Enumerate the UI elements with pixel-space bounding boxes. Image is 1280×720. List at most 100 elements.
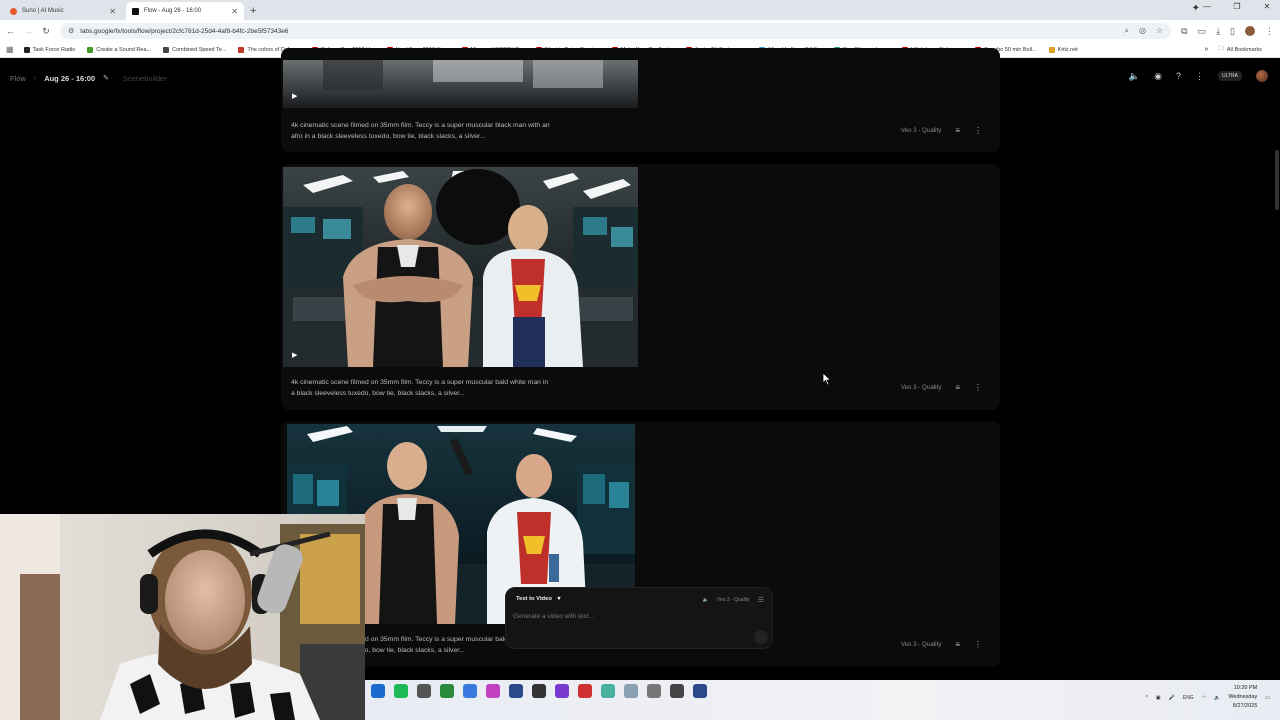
url-bar[interactable]: ⚙ labs.google/fx/tools/flow/project/2cfc… — [60, 23, 1172, 39]
address-toolbar: ← → ↻ ⚙ labs.google/fx/tools/flow/projec… — [0, 20, 1280, 42]
bookmark-label: Create a Sound Rea... — [96, 46, 152, 53]
tray-app-icon[interactable]: ▣ — [1156, 695, 1161, 701]
page-scrollbar[interactable] — [1275, 150, 1279, 210]
help-icon[interactable]: ? — [1176, 71, 1181, 81]
bookmark-item[interactable]: Task Force Radio — [23, 46, 75, 53]
taskbar-app-icon[interactable] — [463, 684, 477, 698]
eye-off-icon[interactable]: ◎ — [1139, 26, 1146, 36]
mode-dropdown[interactable]: Text to Video ▾ — [516, 596, 560, 602]
discord-icon[interactable]: ◉ — [1154, 71, 1162, 82]
prompt-input[interactable] — [513, 613, 713, 620]
all-bookmarks-folder[interactable]: 🗀 All Bookmarks — [1218, 45, 1262, 54]
tab-suno[interactable]: Suno | AI Music ✕ — [4, 2, 122, 20]
apps-grid-icon[interactable]: ▦ — [6, 45, 14, 54]
forward-icon[interactable]: → — [24, 26, 33, 36]
project-title[interactable]: Aug 26 - 16:00 — [44, 74, 95, 83]
bookmark-star-icon[interactable]: ☆ — [1156, 26, 1163, 36]
bookmark-favicon-icon — [87, 46, 94, 53]
user-avatar[interactable] — [1256, 70, 1268, 82]
more-vert-icon[interactable]: ⋮ — [974, 126, 982, 135]
audio-icon[interactable]: 🔈 — [703, 597, 709, 603]
mic-icon[interactable]: 🎤 — [1169, 695, 1175, 701]
taskbar-app-icon[interactable] — [624, 684, 638, 698]
close-tab-icon[interactable]: ✕ — [109, 7, 116, 16]
bookmark-favicon-icon — [1048, 46, 1055, 53]
sidepanel-icon[interactable]: ▯ — [1230, 26, 1235, 37]
bookmark-item[interactable]: Combined Speed Te... — [163, 46, 226, 53]
more-vert-icon[interactable]: ⋮ — [974, 640, 982, 649]
taskbar-app-icon[interactable] — [555, 684, 569, 698]
taskbar-app-icon[interactable] — [532, 684, 546, 698]
site-info-icon[interactable]: ⚙ — [68, 27, 74, 35]
card-meta: Veo 3 - Quality ≡ ⋮ — [901, 126, 982, 135]
tab-flow[interactable]: Flow - Aug 26 - 16:00 ✕ — [126, 2, 244, 20]
split-view-icon[interactable]: ▭ — [1198, 26, 1207, 37]
taskbar-app-icon[interactable] — [647, 684, 661, 698]
taskbar-app-icon[interactable] — [509, 684, 523, 698]
tray-chevron-icon[interactable]: ^ — [1146, 695, 1148, 701]
webcam-overlay — [0, 514, 365, 720]
tab-label: Suno | AI Music — [22, 8, 64, 14]
taskbar-app-icon[interactable] — [670, 684, 684, 698]
prompt-composer: Text to Video ▾ 🔈 Veo 3 - Quality ☰ → — [505, 587, 773, 649]
add-to-scene-icon[interactable]: ≡ — [955, 640, 960, 649]
wifi-icon[interactable]: ◠ — [1202, 695, 1206, 701]
prompt-text: 4k cinematic scene filmed on 35mm film. … — [291, 122, 550, 140]
chevron-down-icon: ▾ — [557, 596, 561, 602]
card-meta: Veo 3 - Quality ≡ ⋮ — [901, 383, 982, 392]
taskbar-app-icon[interactable] — [693, 684, 707, 698]
video-thumbnail-2[interactable]: ▶ — [283, 167, 638, 367]
new-tab-button[interactable]: + — [250, 2, 256, 20]
more-bookmarks-icon[interactable]: » — [1204, 46, 1208, 53]
more-vert-icon[interactable]: ⋮ — [974, 383, 982, 392]
windows-taskbar: ^ ▣ 🎤 ENG ◠ 🔈 10:20 PM Wednesday 8/27/20… — [365, 680, 1280, 720]
clock[interactable]: 10:20 PM Wednesday 8/27/2025 — [1228, 684, 1257, 711]
add-to-scene-icon[interactable]: ≡ — [955, 383, 960, 392]
restore-icon[interactable]: ❐ — [1232, 2, 1242, 11]
sound-icon[interactable]: 🔈 — [1129, 71, 1140, 82]
gemini-sparkle-icon[interactable]: ✦ — [1192, 3, 1200, 14]
taskbar-app-icon[interactable] — [371, 684, 385, 698]
download-icon[interactable]: ⤓ — [1216, 26, 1220, 37]
play-icon[interactable]: ▶ — [292, 351, 297, 359]
taskbar-app-icon[interactable] — [601, 684, 615, 698]
tab-label: Flow - Aug 26 - 16:00 — [144, 8, 202, 14]
notifications-icon[interactable]: ▭ — [1265, 695, 1270, 701]
bookmarks-right: » 🗀 All Bookmarks — [1204, 45, 1274, 54]
settings-sliders-icon[interactable]: ☰ — [758, 596, 764, 604]
bookmark-favicon-icon — [23, 46, 30, 53]
extensions-icon[interactable]: ⧉ — [1181, 26, 1187, 37]
taskbar-app-icon[interactable] — [394, 684, 408, 698]
taskbar-app-icon[interactable] — [417, 684, 431, 698]
send-arrow-icon[interactable]: → — [754, 630, 768, 644]
clock-time: 10:20 PM — [1233, 685, 1258, 691]
profile-avatar[interactable] — [1245, 26, 1255, 36]
breadcrumb-flow[interactable]: Flow — [10, 74, 26, 83]
menu-kebab-icon[interactable]: ⋮ — [1265, 26, 1274, 37]
taskbar-app-icon[interactable] — [440, 684, 454, 698]
close-window-icon[interactable]: ✕ — [1262, 2, 1272, 11]
model-select-label[interactable]: Veo 3 - Quality — [717, 597, 750, 603]
video-thumbnail-1[interactable]: ▶ — [283, 60, 638, 108]
more-vert-icon[interactable]: ⋮ — [1195, 71, 1204, 82]
minimize-icon[interactable]: — — [1202, 2, 1212, 11]
language-indicator[interactable]: ENG — [1183, 695, 1194, 701]
reload-icon[interactable]: ↻ — [42, 26, 50, 37]
play-icon[interactable]: ▶ — [292, 92, 297, 100]
close-tab-icon[interactable]: ✕ — [231, 7, 238, 16]
browser-tab-bar: Suno | AI Music ✕ Flow - Aug 26 - 16:00 … — [0, 0, 1280, 20]
volume-icon[interactable]: 🔈 — [1214, 695, 1220, 701]
edit-pencil-icon[interactable]: ✎ — [103, 74, 109, 82]
video-card-2: ▶ 4k cinematic scene filmed on 35mm film… — [281, 164, 1000, 410]
bookmark-item[interactable]: Create a Sound Rea... — [87, 46, 152, 53]
all-bookmarks-label: All Bookmarks — [1226, 46, 1262, 53]
bookmark-favicon-icon — [163, 46, 170, 53]
zoom-icon[interactable]: ⌕ — [1124, 26, 1128, 36]
taskbar-app-icon[interactable] — [486, 684, 500, 698]
add-to-scene-icon[interactable]: ≡ — [955, 126, 960, 135]
clock-date: 8/27/2025 — [1232, 703, 1258, 709]
taskbar-app-icon[interactable] — [578, 684, 592, 698]
back-icon[interactable]: ← — [6, 26, 15, 36]
scenebuilder-link[interactable]: Scenebuilder — [123, 74, 167, 83]
bookmark-item[interactable]: Kritz.net — [1048, 46, 1078, 53]
